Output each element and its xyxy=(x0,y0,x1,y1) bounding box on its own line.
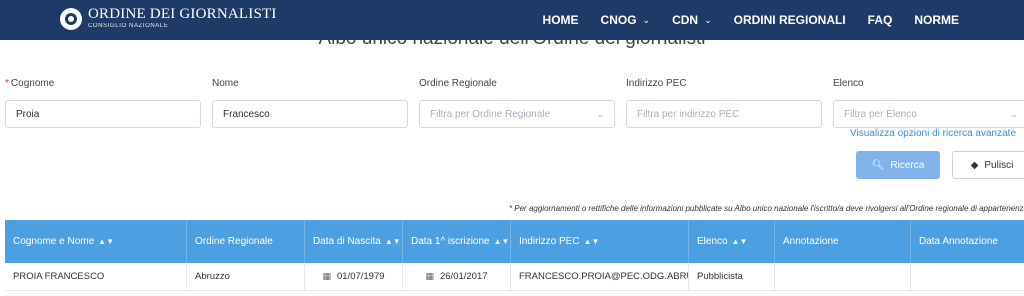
results-table: Cognome e Nome ▲▼ Ordine Regionale Data d… xyxy=(5,220,1024,291)
nome-input[interactable]: Francesco xyxy=(212,100,408,128)
logo-title: ORDINE DEI GIORNALISTI xyxy=(88,6,277,22)
chevron-down-icon: ⌄ xyxy=(704,14,712,25)
cell-elenco: Pubblicista xyxy=(689,263,775,290)
table-header: Cognome e Nome ▲▼ Ordine Regionale Data d… xyxy=(5,220,1024,263)
cell-nome: PROIA FRANCESCO xyxy=(5,263,187,290)
col-indirizzo-pec[interactable]: Indirizzo PEC ▲▼ xyxy=(511,220,689,263)
main-nav: HOME CNOG ⌄ CDN ⌄ ORDINI REGIONALI FAQ NOR… xyxy=(532,0,1024,40)
col-data-annotazione: Data Annotazione xyxy=(911,220,1024,263)
indirizzo-pec-field: Indirizzo PEC Filtra per indirizzo PEC xyxy=(626,78,822,128)
update-note: * Per aggiornamenti o rettifiche delle i… xyxy=(508,204,1024,213)
cell-data-annotazione xyxy=(911,263,1024,290)
nav-home[interactable]: HOME xyxy=(532,0,590,40)
calendar-icon: ▦ xyxy=(425,271,434,281)
cognome-field: * Cognome Proia xyxy=(5,78,201,128)
nav-norme[interactable]: NORME xyxy=(903,0,970,40)
cell-pec: FRANCESCO.PROIA@PEC.ODG.ABRU... xyxy=(511,263,689,290)
nome-field: Nome Francesco xyxy=(212,78,408,128)
search-button[interactable]: 🔍︎ Ricerca xyxy=(856,151,940,179)
elenco-select[interactable]: Filtra per Elenco ⌄ xyxy=(833,100,1024,128)
cell-nascita: ▦ 01/07/1979 xyxy=(305,263,403,290)
site-logo[interactable]: ORDINE DEI GIORNALISTI CONSIGLIO NAZIONA… xyxy=(60,6,277,30)
elenco-label: Elenco xyxy=(833,78,864,89)
elenco-field: Elenco Filtra per Elenco ⌄ xyxy=(833,78,1024,128)
sort-icon: ▲▼ xyxy=(731,237,748,246)
logo-icon xyxy=(60,8,82,30)
col-cognome-nome[interactable]: Cognome e Nome ▲▼ xyxy=(5,220,187,263)
ordine-regionale-label: Ordine Regionale xyxy=(419,78,497,89)
chevron-down-icon: ⌄ xyxy=(1010,108,1018,119)
col-elenco[interactable]: Elenco ▲▼ xyxy=(689,220,775,263)
col-data-iscrizione[interactable]: Data 1^ iscrizione ▲▼ xyxy=(403,220,511,263)
col-data-nascita[interactable]: Data di Nascita ▲▼ xyxy=(305,220,403,263)
nav-faq[interactable]: FAQ xyxy=(857,0,904,40)
sort-icon: ▲▼ xyxy=(98,237,114,246)
nav-ordini-regionali[interactable]: ORDINI REGIONALI xyxy=(723,0,857,40)
sort-icon: ▲▼ xyxy=(583,237,600,246)
indirizzo-pec-label: Indirizzo PEC xyxy=(626,78,687,89)
cell-annotazione xyxy=(775,263,911,290)
cell-ordine: Abruzzo xyxy=(187,263,305,290)
indirizzo-pec-input[interactable]: Filtra per indirizzo PEC xyxy=(626,100,822,128)
logo-subtitle: CONSIGLIO NAZIONALE xyxy=(88,23,169,29)
eraser-icon: ◆ xyxy=(970,159,979,171)
chevron-down-icon: ⌄ xyxy=(642,14,651,25)
cell-iscrizione: ▦ 26/01/2017 xyxy=(403,263,511,290)
calendar-icon: ▦ xyxy=(322,271,331,281)
col-ordine-regionale: Ordine Regionale xyxy=(187,220,305,263)
cognome-input[interactable]: Proia xyxy=(5,100,201,128)
table-row[interactable]: PROIA FRANCESCO Abruzzo ▦ 01/07/1979 ▦ 26/… xyxy=(5,263,1024,291)
nav-cnog[interactable]: CNOG ⌄ xyxy=(590,0,662,40)
nome-label: Nome xyxy=(212,78,239,89)
nav-cdn[interactable]: CDN ⌄ xyxy=(661,0,723,40)
advanced-search-link[interactable]: Visualizza opzioni di ricerca avanzate xyxy=(850,128,1016,139)
search-icon: 🔍︎ xyxy=(871,159,885,171)
top-navbar: ORDINE DEI GIORNALISTI CONSIGLIO NAZIONA… xyxy=(0,0,1024,40)
sort-icon: ▲▼ xyxy=(384,237,401,246)
col-annotazione: Annotazione xyxy=(775,220,911,263)
ordine-regionale-field: Ordine Regionale Filtra per Ordine Regio… xyxy=(419,78,615,128)
cognome-label: * Cognome xyxy=(5,78,55,89)
sort-icon: ▲▼ xyxy=(493,237,510,246)
clear-button[interactable]: ◆ Pulisci xyxy=(952,151,1024,179)
ordine-regionale-select[interactable]: Filtra per Ordine Regionale ⌄ xyxy=(419,100,615,128)
chevron-down-icon: ⌄ xyxy=(596,108,604,119)
